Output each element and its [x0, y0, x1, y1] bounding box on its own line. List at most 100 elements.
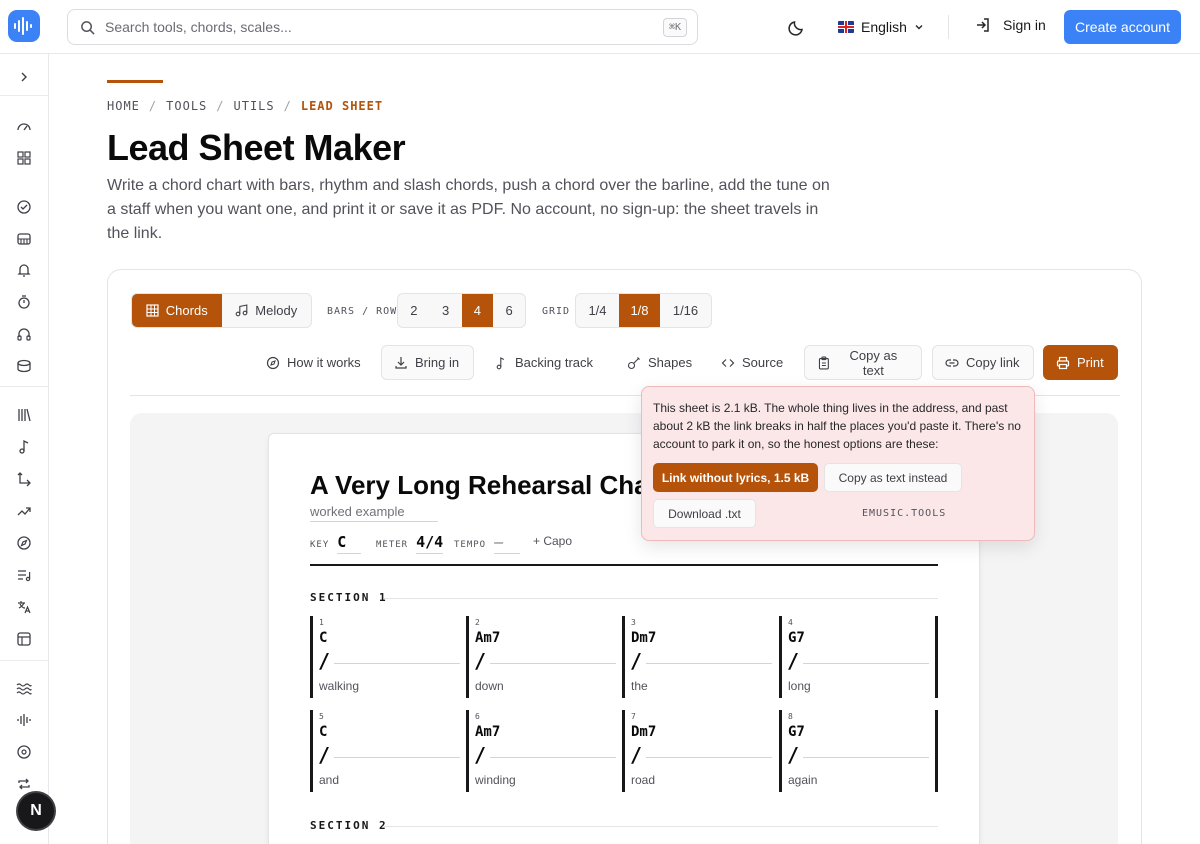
create-account-button[interactable]: Create account [1064, 10, 1181, 44]
grid-option-sixteenth[interactable]: 1/16 [660, 294, 711, 327]
breadcrumb-utils[interactable]: UTILS [234, 99, 275, 113]
repeat-icon[interactable] [15, 775, 33, 793]
slash-beat[interactable]: / [787, 743, 799, 767]
breadcrumb-current: LEAD SHEET [300, 99, 384, 113]
lyric-text[interactable]: walking [319, 679, 359, 693]
check-circle-icon[interactable] [15, 198, 33, 216]
lyric-text[interactable]: winding [475, 773, 516, 787]
lyric-text[interactable]: again [788, 773, 817, 787]
popover-message: This sheet is 2.1 kB. The whole thing li… [653, 401, 1021, 451]
moon-icon[interactable] [787, 17, 807, 37]
slash-beat[interactable]: / [318, 649, 330, 673]
shapes-button[interactable]: Shapes [614, 345, 705, 380]
key-field[interactable]: KEY C [310, 533, 362, 554]
slash-beat[interactable]: / [318, 743, 330, 767]
bars-option-2[interactable]: 2 [398, 294, 430, 327]
breadcrumb-tools[interactable]: TOOLS [166, 99, 207, 113]
chord-symbol[interactable]: C [319, 630, 327, 646]
add-capo-button[interactable]: + Capo [533, 534, 572, 548]
grid-option-eighth[interactable]: 1/8 [619, 294, 660, 327]
branch-icon[interactable] [15, 470, 33, 488]
lyric-text[interactable]: and [319, 773, 339, 787]
chord-symbol[interactable]: Dm7 [631, 724, 656, 740]
slash-beat[interactable]: / [474, 649, 486, 673]
barline [466, 616, 469, 698]
chevron-right-icon[interactable] [15, 68, 33, 86]
sheet-title[interactable]: A Very Long Rehearsal Chart [310, 470, 667, 501]
bell-icon[interactable] [15, 261, 33, 279]
copy-link-button[interactable]: Copy link [932, 345, 1034, 380]
print-button[interactable]: Print [1043, 345, 1118, 380]
headphones-icon[interactable] [15, 325, 33, 343]
tempo-field[interactable]: TEMPO — [454, 533, 521, 554]
piano-icon[interactable] [15, 230, 33, 248]
tab-melody[interactable]: Melody [222, 294, 312, 327]
breadcrumb-home[interactable]: HOME [107, 99, 140, 113]
slash-beat[interactable]: / [630, 743, 642, 767]
section-label[interactable]: SECTION 2 [310, 819, 388, 832]
lyric-text[interactable]: down [475, 679, 504, 693]
how-it-works-button[interactable]: How it works [253, 345, 374, 380]
chord-symbol[interactable]: G7 [788, 630, 805, 646]
grid-option-quarter[interactable]: 1/4 [576, 294, 619, 327]
waves-icon[interactable] [15, 679, 33, 697]
trend-icon[interactable] [15, 502, 33, 520]
list-music-icon[interactable] [15, 566, 33, 584]
search-input[interactable] [105, 19, 645, 35]
grid-icon[interactable] [15, 149, 33, 167]
slash-beat[interactable]: / [474, 743, 486, 767]
audio-wave-icon[interactable] [15, 711, 33, 729]
backing-track-button[interactable]: Backing track [481, 345, 606, 380]
chord-symbol[interactable]: Am7 [475, 724, 500, 740]
key-value[interactable]: C [337, 533, 362, 554]
barline [779, 710, 782, 792]
section-label[interactable]: SECTION 1 [310, 591, 388, 604]
slash-beat[interactable]: / [787, 649, 799, 673]
library-icon[interactable] [15, 406, 33, 424]
lyric-text[interactable]: road [631, 773, 655, 787]
chord-symbol[interactable]: Dm7 [631, 630, 656, 646]
guitar-icon [627, 356, 640, 369]
translate-icon[interactable] [15, 598, 33, 616]
breadcrumb-separator: / [283, 99, 292, 113]
lyric-text[interactable]: long [788, 679, 811, 693]
sign-in-label: Sign in [1003, 17, 1046, 33]
user-avatar[interactable]: N [18, 793, 54, 829]
source-button[interactable]: Source [708, 345, 796, 380]
barline [779, 616, 782, 698]
sign-in-link[interactable]: Sign in [975, 17, 1046, 33]
copy-as-text-instead-button[interactable]: Copy as text instead [824, 463, 962, 492]
compass-icon[interactable] [15, 534, 33, 552]
search-box[interactable]: ⌘K [67, 9, 698, 45]
download-txt-button[interactable]: Download .txt [653, 499, 756, 528]
copy-as-text-button[interactable]: Copy as text [804, 345, 922, 380]
lyric-text[interactable]: the [631, 679, 648, 693]
slash-beat[interactable]: / [630, 649, 642, 673]
breadcrumb-separator: / [148, 99, 158, 113]
table-icon[interactable] [15, 630, 33, 648]
meter-value[interactable]: 4/4 [416, 533, 444, 554]
language-select[interactable]: English [838, 17, 924, 37]
music-note-icon[interactable] [15, 438, 33, 456]
timer-icon[interactable] [15, 293, 33, 311]
bars-option-6[interactable]: 6 [493, 294, 525, 327]
link-icon [945, 358, 959, 367]
chord-symbol[interactable]: C [319, 724, 327, 740]
sheet-subtitle[interactable]: worked example [310, 504, 438, 522]
bars-option-3[interactable]: 3 [430, 294, 462, 327]
app-logo-icon[interactable] [8, 10, 40, 42]
drum-icon[interactable] [15, 357, 33, 375]
bring-in-button[interactable]: Bring in [381, 345, 474, 380]
bars-option-4[interactable]: 4 [461, 294, 494, 327]
page-title: Lead Sheet Maker [107, 127, 406, 168]
link-without-lyrics-button[interactable]: Link without lyrics, 1.5 kB [653, 463, 818, 492]
meter-field[interactable]: METER 4/4 [376, 533, 444, 554]
tab-chords[interactable]: Chords [132, 294, 222, 327]
import-icon [395, 356, 407, 369]
chord-symbol[interactable]: G7 [788, 724, 805, 740]
chord-symbol[interactable]: Am7 [475, 630, 500, 646]
gauge-icon[interactable] [15, 118, 33, 136]
disc-icon[interactable] [15, 743, 33, 761]
tempo-value[interactable]: — [494, 533, 521, 554]
section-line [384, 826, 938, 827]
